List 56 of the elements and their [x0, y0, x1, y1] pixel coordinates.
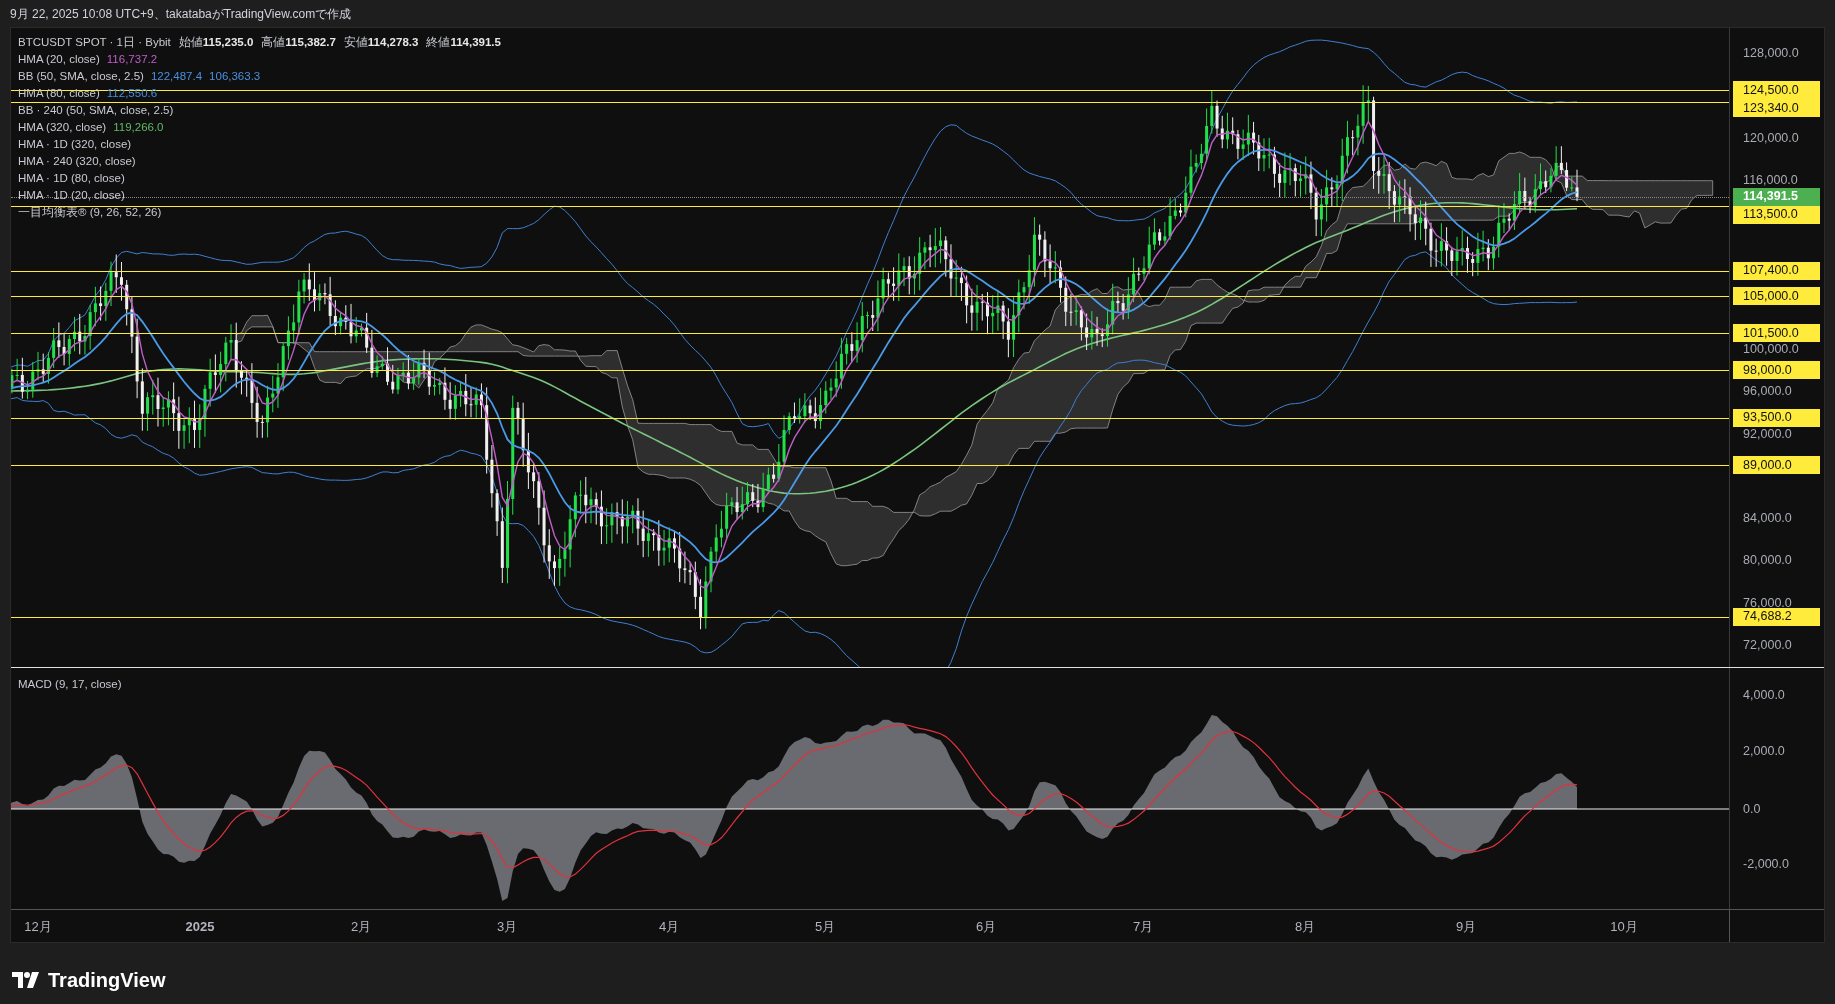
- ohlc-value: 高値115,382.7: [261, 35, 336, 50]
- logo-icon: [12, 972, 42, 988]
- last-price-label: 114,391.5: [1733, 187, 1821, 206]
- price-axis-label: 128,000.0: [1743, 46, 1799, 60]
- price-level-label: 101,500.0: [1733, 324, 1821, 343]
- time-axis-label: 10月: [1610, 918, 1638, 936]
- time-axis-label: 3月: [496, 918, 518, 936]
- indicator-label: HMA · 1D (20, close): [18, 188, 125, 203]
- price-level-label: 105,000.0: [1733, 287, 1821, 306]
- ohlc-value: 終値114,391.5: [426, 35, 501, 50]
- price-axis-label: 80,000.0: [1743, 553, 1792, 568]
- price-axis-label: 84,000.0: [1743, 511, 1792, 526]
- price-level-label: 107,400.0: [1733, 261, 1821, 280]
- indicator-value: 116,737.2: [106, 52, 158, 67]
- macd-title: MACD (9, 17, close): [18, 677, 122, 692]
- indicator-label: HMA (320, close): [18, 120, 107, 135]
- price-axis-label: 72,000.0: [1743, 637, 1792, 652]
- time-axis-label: 12月: [24, 918, 52, 936]
- price-axis-label: 76,000.0: [1743, 595, 1792, 610]
- time-axis-label: 9月: [1455, 918, 1477, 936]
- indicator-value: 119,266.0: [113, 120, 164, 135]
- chart-caption: 9月 22, 2025 10:08 UTC+9、takatabaがTradingView.comで作成: [10, 5, 352, 23]
- price-level-label: 98,000.0: [1733, 361, 1821, 380]
- indicator-label: HMA · 1D (320, close): [18, 137, 132, 152]
- indicator-label: HMA (20, close): [18, 52, 100, 67]
- macd-axis-label: 2,000.0: [1743, 744, 1785, 758]
- price-level-label: 74,688.2: [1733, 607, 1821, 626]
- macd-axis-label: -2,000.0: [1743, 857, 1789, 871]
- indicator-label: HMA · 240 (320, close): [18, 154, 136, 169]
- price-axis-label: 92,000.0: [1743, 426, 1792, 441]
- indicator-label: BB · 240 (50, SMA, close, 2.5): [18, 103, 174, 118]
- time-axis-label: 8月: [1294, 918, 1316, 936]
- indicator-label: BB (50, SMA, close, 2.5): [18, 69, 144, 84]
- price-level-label: 89,000.0: [1733, 456, 1821, 475]
- macd-axis-label: 4,000.0: [1743, 688, 1785, 702]
- price-axis-label: 100,000.0: [1743, 342, 1799, 356]
- price-level-label: 124,500.0: [1733, 81, 1821, 99]
- time-axis-label: 2月: [350, 918, 372, 936]
- time-axis-label: 4月: [658, 918, 680, 936]
- indicator-value: 122,487.4: [150, 69, 203, 84]
- price-axis-label: 116,000.0: [1743, 172, 1798, 187]
- time-axis-label: 2025: [185, 918, 215, 936]
- price-axis-label: 96,000.0: [1743, 384, 1792, 399]
- time-axis-label: 7月: [1132, 918, 1154, 936]
- ohlc-value: 始値115,235.0: [178, 35, 254, 50]
- time-axis-label: 5月: [814, 918, 836, 936]
- price-axis-label: 120,000.0: [1743, 130, 1799, 145]
- symbol-label: BTCUSDT SPOT · 1日 · Bybit: [18, 35, 171, 50]
- time-axis-label: 6月: [975, 918, 997, 936]
- indicator-label: 一目均衡表® (9, 26, 52, 26): [18, 205, 162, 220]
- indicator-value: 106,363.3: [209, 69, 261, 84]
- ohlc-value: 安値114,278.3: [343, 35, 419, 50]
- macd-axis-label: 0.0: [1743, 802, 1761, 816]
- price-level-label: 93,500.0: [1733, 408, 1821, 427]
- indicator-label: HMA · 1D (80, close): [18, 171, 125, 186]
- brand-name: TradingView: [48, 968, 166, 993]
